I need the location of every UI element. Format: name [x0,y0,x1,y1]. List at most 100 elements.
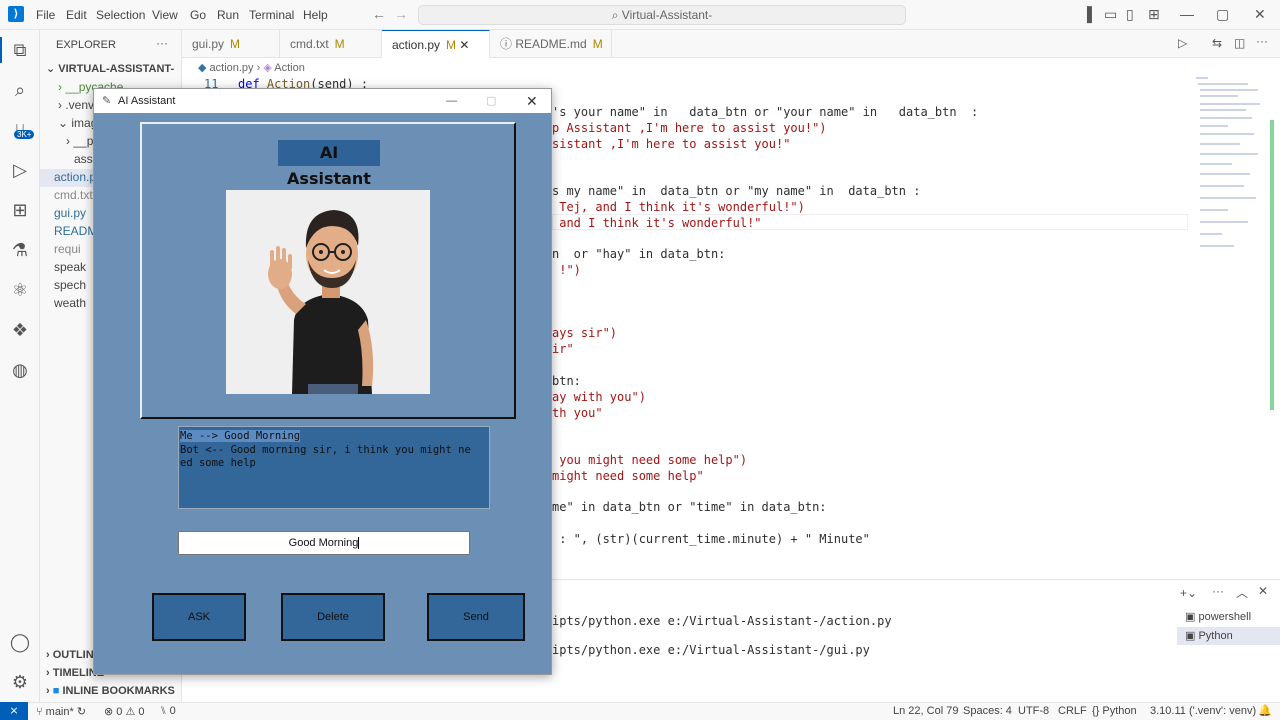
split-editor-icon[interactable]: ◫ [1234,36,1245,50]
more-actions-icon[interactable]: ··· [1256,34,1268,48]
tab-label: gui.py [192,37,225,51]
close-icon[interactable]: ✕ [1254,6,1266,23]
maximize-icon[interactable]: ▢ [1216,6,1229,23]
modified-badge: M [446,38,457,52]
customize-layout-icon[interactable]: ⊞ [1148,6,1160,23]
search-icon[interactable]: ⌕ [8,78,32,102]
line-endings[interactable]: CRLF [1058,705,1087,717]
close-panel-icon[interactable]: ✕ [1258,584,1268,598]
tab-cmd-txt[interactable]: cmd.txt M [280,30,382,58]
maximize-panel-icon[interactable]: ︿ [1236,584,1248,601]
ask-button[interactable]: ASK [152,593,246,641]
branch-indicator[interactable]: ⑂ main* ↻ [36,705,86,718]
modified-badge: M [592,37,603,51]
python-interpreter[interactable]: 3.10.11 ('.venv': venv) [1150,705,1256,717]
code-line: 's your name" in data_btn or "your name"… [552,105,979,119]
tree-item-cmd-txt[interactable]: cmd.txt [54,188,93,202]
workspace-root[interactable]: ⌄ VIRTUAL-ASSISTANT- [46,62,174,75]
menu-view[interactable]: View [152,8,178,22]
remote-indicator-icon[interactable]: ⨯ [0,702,28,720]
menu-selection[interactable]: Selection [96,8,145,22]
code-line: ays sir") [552,326,618,340]
tree-label: cmd.txt [54,188,93,202]
minimize-icon[interactable]: — [1180,6,1194,22]
compare-icon[interactable]: ⇆ [1212,36,1222,50]
search-icon: ⌕ [611,8,622,22]
feather-icon: ✎ [102,95,112,107]
close-tab-icon[interactable]: ✕ [459,38,469,52]
run-file-icon[interactable]: ▷ [1178,36,1187,50]
menu-terminal[interactable]: Terminal [249,8,294,22]
tree-item-spech[interactable]: spech [54,278,86,292]
more-actions-icon[interactable]: ··· [156,36,168,50]
tree-item-weather[interactable]: weath [54,296,86,310]
terminal-powershell[interactable]: ▣ powershell [1185,610,1251,623]
bookmarks-section[interactable]: › ■ INLINE BOOKMARKS [46,685,175,697]
ports-count: 0 [169,705,176,717]
settings-gear-icon[interactable]: ⚙ [8,670,32,694]
back-arrow-icon[interactable]: ← [372,6,386,22]
chat-line: ed some help [180,457,256,469]
menu-help[interactable]: Help [303,8,328,22]
notifications-bell-icon[interactable]: 🔔 [1258,704,1272,717]
toggle-sidebar-icon[interactable]: ▐ [1082,6,1092,22]
chat-log[interactable]: Me --> Good Morning Bot <-- Good morning… [178,426,490,509]
active-indicator [0,37,2,63]
code-line: btn: [552,374,581,388]
app-close-icon[interactable]: ✕ [526,89,538,113]
tree-item-gui-py[interactable]: gui.py [54,206,86,220]
delete-button[interactable]: Delete [281,593,385,641]
toggle-panel-icon[interactable]: ▭ [1104,6,1117,23]
tree-item-venv[interactable]: › .venv [58,98,94,112]
message-input[interactable]: Good Morning [178,531,470,555]
run-debug-icon[interactable]: ▷ [8,158,32,182]
extensions-icon[interactable]: ⊞ [8,198,32,222]
language-mode[interactable]: {} Python [1092,705,1137,717]
cursor-position[interactable]: Ln 22, Col 79 [893,705,958,717]
testing-icon[interactable]: ⚗ [8,238,32,262]
menu-go[interactable]: Go [190,8,206,22]
terminal-python[interactable]: ▣ Python [1185,629,1233,642]
code-line: th you" [552,406,603,420]
tab-gui-py[interactable]: gui.py M [182,30,280,58]
menu-edit[interactable]: Edit [66,8,87,22]
tree-item-requirements[interactable]: requi [54,242,81,256]
menu-run[interactable]: Run [217,8,239,22]
workspace-root-label: VIRTUAL-ASSISTANT- [58,63,175,75]
tab-action-py[interactable]: action.py M ✕ [382,30,490,58]
problems-indicator[interactable]: ⊗ 0 ⚠ 0 [104,705,145,718]
menu-file[interactable]: File [36,8,55,22]
send-button[interactable]: Send [427,593,525,641]
terminal-list: ▣ powershell ▣ Python [1177,605,1280,655]
figma-icon[interactable]: ❖ [8,318,32,342]
explorer-icon[interactable]: ⧉ [8,38,32,62]
language-label: Python [1102,705,1137,717]
tab-readme[interactable]: ⓘ README.md M [490,30,612,58]
tree-item-speak[interactable]: speak [54,260,86,274]
app-heading: AI Assistant [278,140,380,188]
indentation[interactable]: Spaces: 4 [963,705,1012,717]
encoding[interactable]: UTF-8 [1018,705,1049,717]
toggle-secondary-sidebar-icon[interactable]: ▯ [1126,6,1134,23]
app-minimize-icon[interactable]: — [446,89,457,113]
forward-arrow-icon[interactable]: → [394,6,408,22]
code-line: might need some help" [552,469,704,483]
avatar-frame: AI Assistant [140,122,516,419]
code-line: ir" [552,342,574,356]
breadcrumb-file[interactable]: action.py [210,62,254,74]
tree-label: .venv [65,98,95,112]
text-cursor [358,537,360,549]
scrollbar-change-marks [1270,120,1274,410]
account-icon[interactable]: ◯ [8,630,32,654]
info-icon: ⓘ [500,37,516,51]
breadcrumb-symbol[interactable]: Action [274,62,305,74]
code-line: ay with you") [552,390,646,404]
command-center[interactable]: ⌕ Virtual-Assistant- [418,5,906,25]
app-maximize-icon[interactable]: ▢ [486,89,496,113]
minimap[interactable] [1188,74,1268,274]
ports-indicator[interactable]: ⑊ 0 [160,705,176,717]
react-icon[interactable]: ⚛ [8,278,32,302]
new-terminal-icon[interactable]: +⌄ [1180,586,1197,600]
mongodb-icon[interactable]: ◍ [8,358,32,382]
more-actions-icon[interactable]: ··· [1212,584,1224,598]
